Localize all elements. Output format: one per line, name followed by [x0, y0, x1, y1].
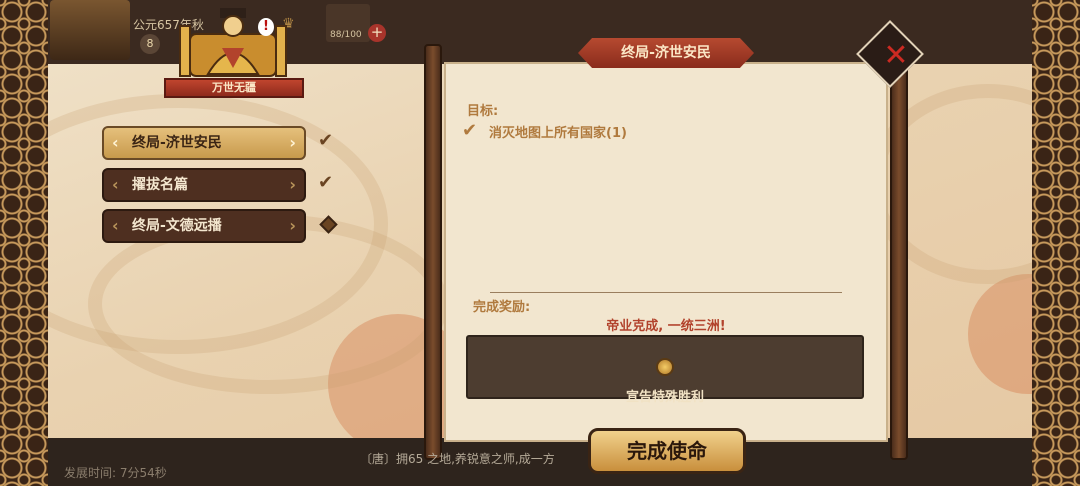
mission-item-3[interactable]: ‹ 终局-文德远播 › — [102, 209, 306, 243]
level-badge: 8 — [140, 34, 160, 54]
alert-icon[interactable]: ! — [258, 18, 274, 36]
chevron-left-icon: ‹ — [112, 133, 119, 152]
plus-icon[interactable]: + — [368, 24, 386, 42]
mission-label: 终局-济世安民 — [132, 135, 222, 151]
scroll-rod-left — [424, 44, 442, 460]
reward-text: 宣告特殊胜利 — [625, 390, 704, 405]
reward-description: 帝业克成, 一统三洲! — [606, 319, 726, 334]
development-time: 发展时间: 7分54秒 — [64, 466, 167, 480]
divider — [490, 292, 842, 293]
chevron-right-icon: › — [289, 175, 296, 194]
goal-text: 消灭地图上所有国家(1) — [489, 126, 627, 141]
mission-item-1[interactable]: ‹ 终局-济世安民 › — [102, 126, 306, 160]
check-icon: ✔ — [462, 120, 478, 141]
panel-title: 终局-济世安民 — [578, 38, 754, 68]
scroll-rod-right — [890, 44, 908, 460]
mission-label: 擢拔名篇 — [132, 177, 188, 193]
troops-counter: 88/100 — [330, 30, 362, 40]
check-icon: ✔ — [318, 172, 334, 193]
chat-message: 〔唐〕拥65 之地,养锐意之师,成一方 — [360, 452, 555, 466]
player-avatar[interactable] — [50, 0, 130, 60]
close-icon[interactable]: ✕ — [880, 40, 912, 72]
check-icon: ✔ — [318, 130, 334, 151]
goal-label: 目标: — [467, 104, 499, 119]
left-border-pattern — [0, 0, 48, 486]
complete-mission-button[interactable]: 完成使命 — [588, 428, 746, 474]
chevron-right-icon: › — [289, 133, 296, 152]
right-border-pattern — [1032, 0, 1080, 486]
chevron-left-icon: ‹ — [112, 216, 119, 235]
mission-item-2[interactable]: ‹ 擢拔名篇 › — [102, 168, 306, 202]
emperor-on-throne-icon — [179, 8, 287, 77]
chevron-left-icon: ‹ — [112, 175, 119, 194]
reward-label: 完成奖励: — [473, 300, 531, 315]
treasure-chest-icon — [656, 358, 674, 376]
mission-label: 终局-文德远播 — [132, 218, 222, 234]
chevron-right-icon: › — [289, 216, 296, 235]
emperor-title-ribbon: 万世无疆 — [164, 78, 304, 98]
sun-decoration — [968, 274, 1032, 394]
